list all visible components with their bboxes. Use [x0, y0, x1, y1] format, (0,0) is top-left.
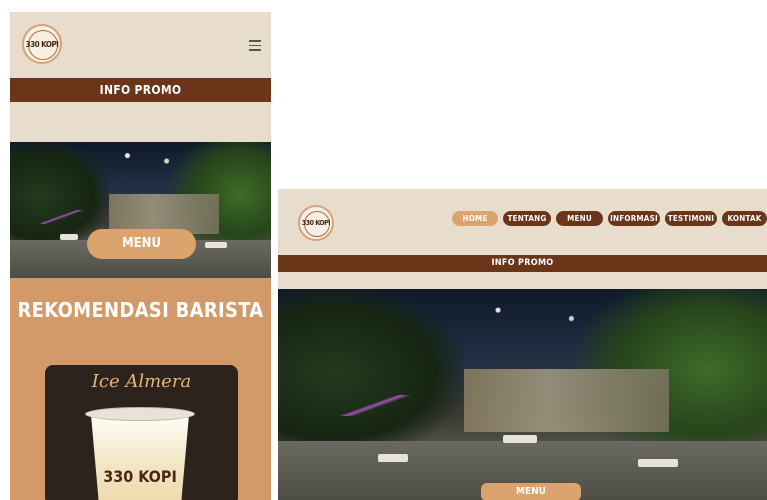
logo-text: 330 KOPI — [25, 39, 59, 49]
product-card[interactable]: Ice Almera 330 KOPI — [45, 365, 238, 500]
nav-menu[interactable]: MENU — [556, 211, 603, 226]
main-nav: HOME TENTANG MENU INFORMASI TESTIMONI KO… — [452, 211, 767, 226]
cup-brand: 330 KOPI — [103, 467, 177, 486]
menu-button[interactable]: MENU — [87, 229, 196, 259]
barista-recommendation-section: REKOMENDASI BARISTA Ice Almera 330 KOPI — [10, 278, 271, 500]
desktop-preview: 330 KOPI HOME TENTANG MENU INFORMASI TES… — [278, 189, 767, 500]
brand-logo[interactable]: 330 KOPI — [298, 205, 334, 241]
brand-logo[interactable]: 330 KOPI — [22, 24, 62, 64]
drink-cup-image: 330 KOPI — [85, 407, 195, 500]
info-promo-banner[interactable]: INFO PROMO — [10, 78, 271, 102]
nav-testimoni[interactable]: TESTIMONI — [665, 211, 717, 226]
hamburger-menu-icon[interactable] — [249, 40, 261, 54]
product-name: Ice Almera — [91, 371, 192, 392]
mobile-preview: 330 KOPI INFO PROMO MENU REKOMENDASI BAR… — [10, 12, 271, 500]
nav-kontak[interactable]: KONTAK — [722, 211, 767, 226]
nav-tentang[interactable]: TENTANG — [503, 211, 551, 226]
nav-home[interactable]: HOME — [452, 211, 498, 226]
menu-button[interactable]: MENU — [481, 483, 581, 500]
nav-informasi[interactable]: INFORMASI — [608, 211, 660, 226]
cafe-photo: MENU — [278, 289, 767, 500]
info-promo-banner[interactable]: INFO PROMO — [278, 255, 767, 272]
section-title: REKOMENDASI BARISTA — [17, 298, 264, 322]
logo-text: 330 KOPI — [301, 219, 331, 228]
cafe-photo: MENU — [10, 142, 271, 278]
